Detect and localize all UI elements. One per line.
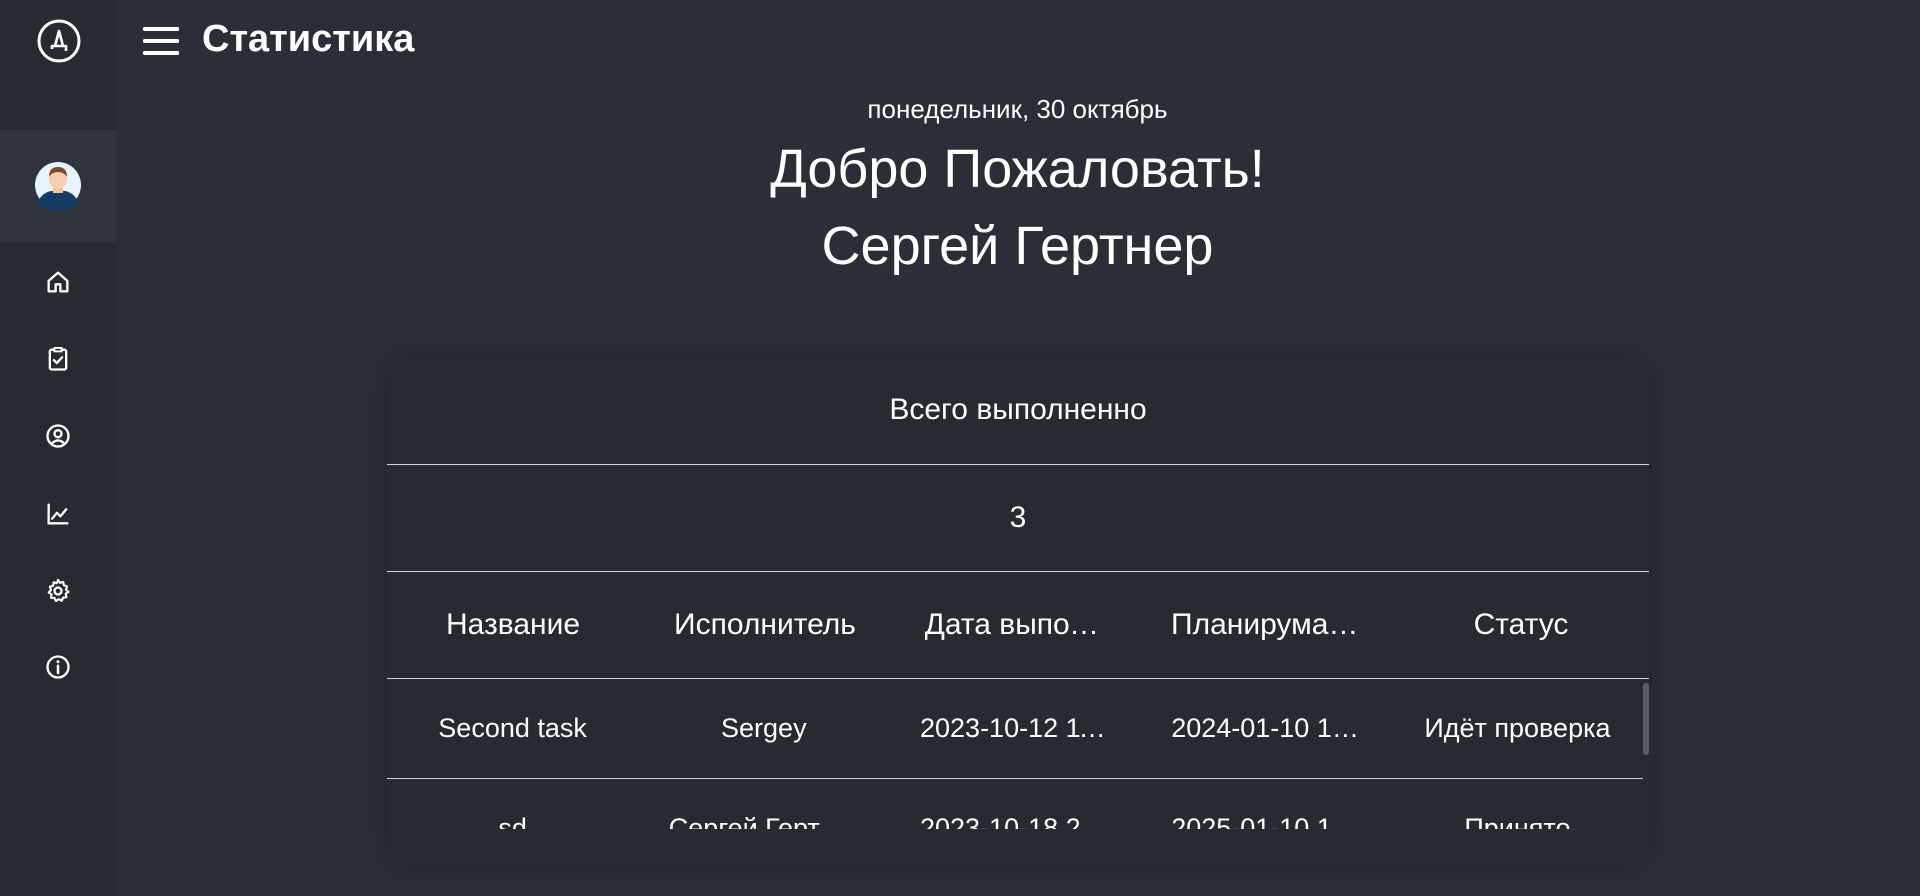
info-icon bbox=[46, 655, 70, 679]
chart-line-icon bbox=[47, 503, 69, 525]
cell-name: Second task bbox=[387, 679, 638, 778]
column-header-name[interactable]: Название bbox=[387, 572, 639, 678]
column-header-completion-date[interactable]: Дата выполнения bbox=[891, 572, 1143, 678]
cell-status: Идёт проверка bbox=[1392, 679, 1643, 778]
column-header-planned-date[interactable]: Планирумая дата bbox=[1143, 572, 1395, 678]
column-header-status[interactable]: Статус bbox=[1395, 572, 1647, 678]
user-circle-icon bbox=[46, 424, 70, 448]
table-header: Название Исполнитель Дата выполнения Пла… bbox=[387, 572, 1649, 679]
page-title: Статистика bbox=[202, 18, 415, 60]
cell-text: Second task bbox=[438, 713, 587, 743]
cell-text: 2023-10-18 21:00 bbox=[920, 813, 1110, 829]
sidebar-item-info[interactable] bbox=[42, 651, 74, 683]
cell-text: Идёт проверка bbox=[1424, 713, 1611, 743]
table-scrollbar[interactable] bbox=[1643, 679, 1649, 829]
cell-completion-date: 2023-10-18 21:00 bbox=[889, 779, 1140, 829]
completed-tasks-card: Всего выполненно 3 Название Исполнитель … bbox=[387, 356, 1649, 868]
cell-planned-date: 2025-01-10 12:00 bbox=[1141, 779, 1392, 829]
table-body[interactable]: Second task Sergey 2023-10-12 11:00 2024… bbox=[387, 679, 1643, 829]
cell-text: 2024-01-10 14:00 bbox=[1171, 713, 1361, 743]
sidebar-item-profile[interactable] bbox=[42, 420, 74, 452]
gear-icon bbox=[47, 578, 70, 603]
app: Статистика понедельник, 30 октябрь Добро… bbox=[0, 0, 1920, 896]
sidebar-item-tasks[interactable] bbox=[42, 343, 74, 375]
cell-text: Sergey bbox=[721, 713, 807, 743]
clipboard-check-icon bbox=[48, 346, 68, 371]
logo-icon[interactable] bbox=[36, 18, 82, 64]
sidebar-item-settings[interactable] bbox=[42, 575, 74, 607]
welcome-heading: Добро Пожаловать! bbox=[770, 139, 1265, 199]
cell-status: Принято bbox=[1392, 779, 1643, 829]
column-header-planned-date-label: Планирумая дата bbox=[1171, 608, 1367, 641]
cell-planned-date: 2024-01-10 14:00 bbox=[1141, 679, 1392, 778]
hamburger-menu-icon[interactable] bbox=[142, 24, 180, 58]
cell-text: Сергей Гертнер bbox=[668, 813, 859, 829]
scrollbar-thumb[interactable] bbox=[1643, 683, 1649, 755]
card-title: Всего выполненно bbox=[387, 356, 1649, 465]
cell-name: sd bbox=[387, 779, 638, 829]
sidebar bbox=[0, 0, 116, 896]
cell-text: 2025-01-10 12:00 bbox=[1171, 813, 1361, 829]
cell-text: sd bbox=[498, 813, 527, 829]
completed-count: 3 bbox=[387, 465, 1649, 572]
column-header-assignee[interactable]: Исполнитель bbox=[639, 572, 891, 678]
table-row[interactable]: sd Сергей Гертнер 2023-10-18 21:00 2025-… bbox=[387, 779, 1643, 829]
user-name: Сергей Гертнер bbox=[821, 216, 1214, 276]
column-header-completion-date-label: Дата выполнения bbox=[924, 608, 1110, 641]
table-row[interactable]: Second task Sergey 2023-10-12 11:00 2024… bbox=[387, 679, 1643, 779]
cell-text: 2023-10-12 11:00 bbox=[920, 713, 1110, 743]
cell-completion-date: 2023-10-12 11:00 bbox=[889, 679, 1140, 778]
cell-text: Принято bbox=[1464, 813, 1571, 829]
cell-assignee: Sergey bbox=[638, 679, 889, 778]
sidebar-item-statistics[interactable] bbox=[42, 498, 74, 530]
current-date: понедельник, 30 октябрь bbox=[867, 94, 1168, 124]
cell-assignee: Сергей Гертнер bbox=[638, 779, 889, 829]
